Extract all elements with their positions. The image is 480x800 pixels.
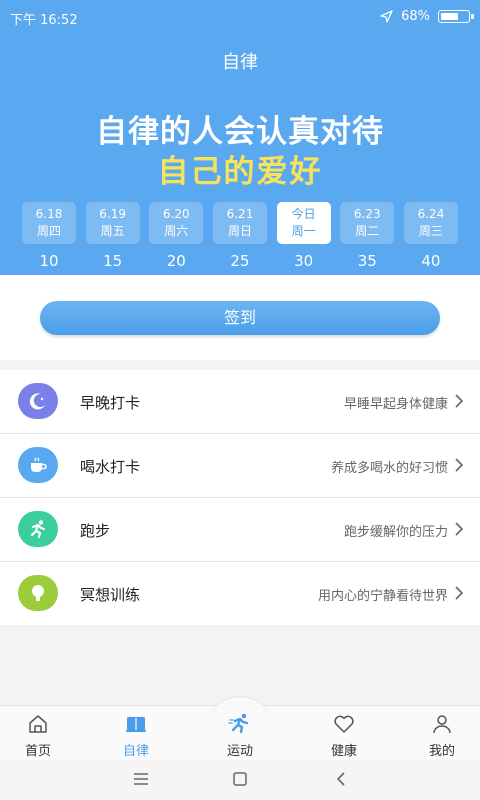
date-label: 6.23 (353, 207, 381, 221)
chevron-right-icon (455, 522, 464, 536)
item-name: 跑步 (80, 522, 111, 540)
date-label: 6.21 (226, 207, 254, 221)
location-icon (380, 10, 393, 23)
activity-list: 早晚打卡 早睡早起身体健康 喝水打卡 养成多喝水的好习惯 跑步 跑步缓解你的压力… (0, 370, 480, 625)
tab-label: 健康 (330, 744, 357, 759)
date-label: 6.18 (35, 207, 63, 221)
item-desc: 用内心的宁静看待世界 (317, 589, 448, 604)
item-desc: 早睡早起身体健康 (343, 397, 448, 412)
book-icon (126, 717, 146, 732)
page-title: 自律 (222, 52, 258, 73)
day-points: 10 (39, 252, 59, 270)
list-item-meditation[interactable]: 冥想训练 用内心的宁静看待世界 (0, 562, 480, 625)
points-row: 10 15 20 25 30 35 40 (22, 252, 458, 270)
chevron-right-icon (455, 394, 464, 408)
weekday-label: 周六 (164, 224, 189, 238)
date-label: 6.24 (417, 207, 445, 221)
date-card[interactable]: 6.19 周五 (85, 202, 140, 244)
item-desc: 养成多喝水的好习惯 (330, 461, 448, 476)
home-icon (29, 715, 47, 733)
tab-sport[interactable]: 运动 (210, 713, 270, 759)
item-name: 早晚打卡 (80, 394, 141, 412)
tab-label: 首页 (24, 744, 51, 759)
bulb-icon (18, 575, 58, 611)
slogan-line-2: 自己的爱好 (157, 154, 323, 190)
header-banner: 自律 自律的人会认真对待 自己的爱好 6.18 周四 6.19 周五 6.20 周六 … (0, 34, 480, 275)
tab-discipline[interactable]: 自律 (106, 714, 166, 759)
date-label: 6.20 (162, 207, 190, 221)
moon-icon (18, 383, 58, 419)
date-card[interactable]: 6.20 周六 (149, 202, 204, 244)
date-card[interactable]: 6.21 周日 (212, 202, 267, 244)
weekday-label: 周一 (291, 224, 316, 238)
day-points: 35 (357, 252, 377, 270)
day-points: 20 (166, 252, 186, 270)
home-square-icon[interactable] (232, 771, 248, 787)
date-card[interactable]: 6.24 周三 (403, 202, 458, 244)
chevron-right-icon (455, 586, 464, 600)
list-item-running[interactable]: 跑步 跑步缓解你的压力 (0, 498, 480, 562)
cup-icon (18, 447, 58, 483)
tab-mine[interactable]: 我的 (412, 714, 472, 759)
battery-percent: 68% (401, 9, 430, 24)
weekday-label: 周三 (418, 224, 443, 238)
runner-icon (228, 713, 249, 734)
status-right: 68% (380, 9, 474, 24)
person-icon (433, 715, 451, 734)
date-card-today[interactable]: 今日 周一 (276, 202, 331, 244)
list-item-morning-evening[interactable]: 早晚打卡 早睡早起身体健康 (0, 370, 480, 434)
tab-label: 运动 (226, 744, 253, 759)
signin-section: 签到 (0, 275, 480, 360)
status-time: 下午 16:52 (10, 13, 78, 28)
tab-label: 我的 (428, 744, 455, 759)
day-points: 25 (230, 252, 250, 270)
weekday-label: 周日 (227, 224, 252, 238)
day-points: 30 (294, 252, 314, 270)
list-item-water[interactable]: 喝水打卡 养成多喝水的好习惯 (0, 434, 480, 498)
system-nav-bar (0, 760, 480, 800)
tab-label: 自律 (122, 744, 149, 759)
heart-icon (334, 715, 354, 733)
status-bar: 下午 16:52 68% (0, 0, 480, 34)
weekday-label: 周四 (36, 224, 61, 238)
menu-icon[interactable] (133, 772, 149, 786)
day-points: 15 (103, 252, 123, 270)
day-points: 40 (421, 252, 441, 270)
date-card[interactable]: 6.23 周二 (340, 202, 395, 244)
signin-button[interactable]: 签到 (40, 301, 440, 335)
weekday-label: 周二 (355, 224, 380, 238)
battery-icon (438, 10, 474, 23)
chevron-right-icon (455, 458, 464, 472)
item-desc: 跑步缓解你的压力 (343, 525, 448, 540)
item-name: 喝水打卡 (80, 458, 141, 476)
weekday-label: 周五 (100, 224, 125, 238)
tab-home[interactable]: 首页 (8, 714, 68, 759)
date-label: 6.19 (99, 207, 127, 221)
slogan-line-1: 自律的人会认真对待 (96, 114, 384, 150)
item-name: 冥想训练 (80, 586, 141, 604)
date-strip: 6.18 周四 6.19 周五 6.20 周六 6.21 周日 今日 周一 6.23 周二 … (22, 202, 458, 244)
tab-health[interactable]: 健康 (314, 714, 374, 759)
date-label: 今日 (291, 207, 316, 221)
runner-icon (18, 511, 58, 547)
bottom-tab-bar: 首页 自律 运动 健康 我的 (0, 696, 480, 761)
date-card[interactable]: 6.18 周四 (22, 202, 76, 244)
back-icon[interactable] (335, 771, 347, 787)
